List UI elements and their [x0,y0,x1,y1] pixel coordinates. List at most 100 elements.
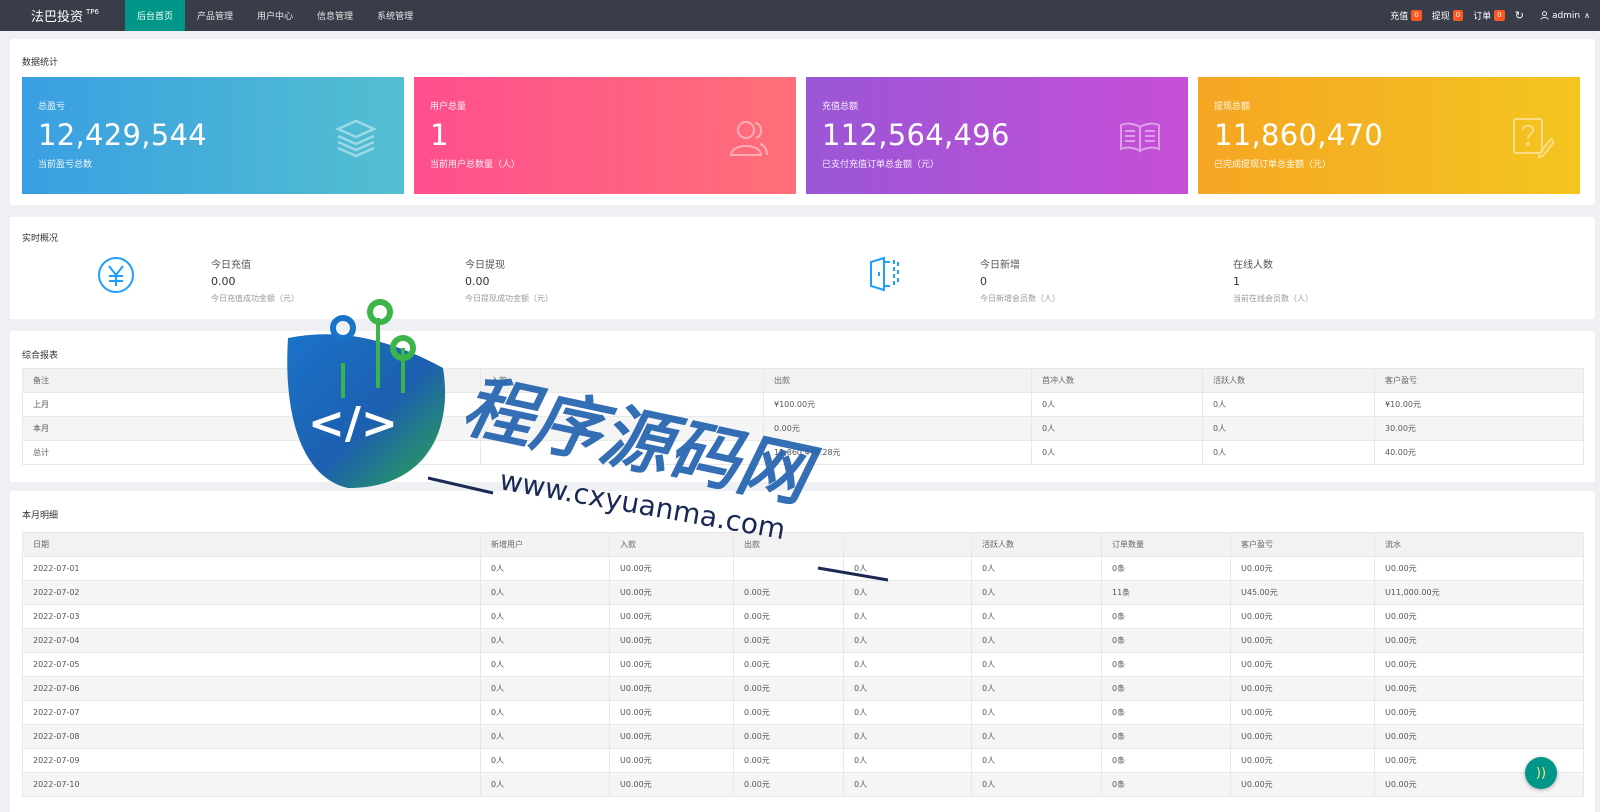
table-cell: 上月 [22,392,481,417]
withdraw-badge: 0 [1452,10,1464,21]
brand-version: TP6 [86,7,99,16]
table-cell: 0条 [1101,604,1231,629]
table-cell: 30.00元 [1374,416,1584,441]
column-header: 流水 [1374,532,1584,557]
table-cell: 0人 [971,604,1102,629]
table-row: 2022-07-03 0人 U0.00元 0.00元 0人 0人 0条 U0.00元 U0.00… [22,604,1584,629]
table-cell: 0条 [1101,772,1231,797]
table-cell: 本月 [22,416,481,441]
table-cell: 0人 [843,628,972,653]
user-menu[interactable]: admin ∧ [1540,11,1590,21]
table-cell: 0.00元 [733,772,844,797]
tile-user-count[interactable]: 用户总量 1 当前用户总数量（人） [414,77,796,194]
table-cell: U0.00元 [1374,652,1584,677]
table-cell: U0.00元 [609,676,734,701]
table-cell: 0人 [1031,440,1203,465]
today-new: 今日新增 0 今日新增会员数（人） [980,256,1060,304]
table-cell: 0.00元 [733,748,844,773]
table-cell: 0人 [480,628,610,653]
table-cell [480,416,764,441]
online-count-sub: 当前在线会员数（人） [1233,294,1313,303]
today-recharge: 今日充值 0.00 今日充值成功金额（元） [211,256,299,304]
table-cell: 总计 [22,440,481,465]
table-cell: 11条 [1101,580,1231,605]
nav-system[interactable]: 系统管理 [365,0,425,31]
column-header: 入款 [480,368,764,393]
refresh-icon[interactable]: ↻ [1515,9,1524,22]
recharge-notice[interactable]: 充值 0 [1390,9,1422,22]
table-cell: U0.00元 [1230,748,1375,773]
user-name: admin [1551,10,1581,21]
column-header [843,532,972,557]
column-header: 订单数量 [1101,532,1231,557]
column-header: 活跃人数 [971,532,1102,557]
table-cell: 0条 [1101,676,1231,701]
yuan-icon [98,257,134,293]
nav-home[interactable]: 后台首页 [125,0,186,31]
table-cell: 0人 [843,724,972,749]
table-row: 2022-07-05 0人 U0.00元 0.00元 0人 0人 0条 U0.00元 U0.00… [22,652,1584,677]
top-navbar: 法巴投资 TP6 后台首页 产品管理 用户中心 信息管理 系统管理 充值 0 提现… [0,0,1600,31]
column-header: 新增用户 [480,532,610,557]
table-cell: 2022-07-03 [22,604,481,629]
nav-users[interactable]: 用户中心 [245,0,305,31]
table-row: 2022-07-01 0人 U0.00元 0人 0人 0条 U0.00元 U0.00元 [22,556,1584,581]
table-cell: U0.00元 [609,556,734,581]
monthly-card: 本月明细 日期 新增用户 入款 出款 活跃人数 订单数量 客户盈亏 流水 2022-07-01… [10,491,1595,812]
table-cell: 2022-07-08 [22,724,481,749]
table-cell: 0人 [843,772,972,797]
today-withdraw-value: 0.00 [465,275,490,288]
brand-logo[interactable]: 法巴投资 TP6 [0,0,125,31]
table-cell: 0人 [843,676,972,701]
table-cell: 0条 [1101,748,1231,773]
table-cell: 0人 [1031,416,1203,441]
today-new-value: 0 [980,275,987,288]
table-cell: 0人 [1202,392,1375,417]
nav-products[interactable]: 产品管理 [185,0,245,31]
monthly-table: 日期 新增用户 入款 出款 活跃人数 订单数量 客户盈亏 流水 2022-07-01 0人 U0.… [22,532,1584,797]
table-cell: 2022-07-07 [22,700,481,725]
chevron-up-icon: ∧ [1584,11,1590,20]
table-cell: U0.00元 [609,724,734,749]
table-cell: 0人 [480,556,610,581]
withdraw-notice[interactable]: 提现 0 [1432,9,1464,22]
user-icon [1540,11,1549,20]
recharge-label: 充值 [1390,12,1409,22]
today-recharge-value: 0.00 [211,275,236,288]
report-table: 备注 入款 出款 首冲人数 活跃人数 客户盈亏 上月 ¥100.00元 0人 0人 ¥10.00元… [22,368,1584,465]
column-header: 客户盈亏 [1374,368,1584,393]
table-cell: U0.00元 [1374,556,1584,581]
recharge-badge: 0 [1411,10,1422,21]
today-withdraw-label: 今日提现 [465,260,505,271]
table-cell: U0.00元 [1374,676,1584,701]
table-cell: U0.00元 [609,748,734,773]
table-row: 2022-07-07 0人 U0.00元 0.00元 0人 0人 0条 U0.00元 U0.00… [22,700,1584,725]
tile-label: 充值总额 [822,102,859,112]
sound-icon[interactable]: )) [1525,757,1557,789]
table-cell: 0人 [480,724,610,749]
column-header: 活跃人数 [1202,368,1375,393]
tile-recharge-total[interactable]: 充值总额 112,564,496 已支付充值订单总金额（元） [806,77,1188,194]
table-cell: 0人 [480,676,610,701]
table-cell: 0人 [1202,416,1375,441]
monthly-title: 本月明细 [22,511,59,521]
layers-icon [335,119,377,158]
tile-withdraw-total[interactable]: 提现总额 11,860,470 已完成提现订单总金额（元） [1198,77,1580,194]
table-row: 2022-07-06 0人 U0.00元 0.00元 0人 0人 0条 U0.00元 U0.00… [22,676,1584,701]
table-cell: 0人 [480,604,610,629]
nav-info[interactable]: 信息管理 [305,0,365,31]
today-recharge-label: 今日充值 [211,260,251,271]
today-recharge-sub: 今日充值成功金额（元） [211,294,299,303]
order-notice[interactable]: 订单 0 [1473,9,1505,22]
table-cell: 0.00元 [733,724,844,749]
table-cell: U0.00元 [1230,652,1375,677]
table-cell: 2022-07-04 [22,628,481,653]
today-new-label: 今日新增 [980,260,1020,271]
today-new-sub: 今日新增会员数（人） [980,294,1060,303]
table-cell: 2022-07-09 [22,748,481,773]
table-cell: 0人 [843,700,972,725]
tile-label: 总盈亏 [38,102,66,112]
table-cell: 0人 [843,652,972,677]
stats-tiles: 总盈亏 12,429,544 当前盈亏总数 用户总量 1 当前用户总数量（人） … [22,77,1580,194]
tile-total-profit[interactable]: 总盈亏 12,429,544 当前盈亏总数 [22,77,404,194]
